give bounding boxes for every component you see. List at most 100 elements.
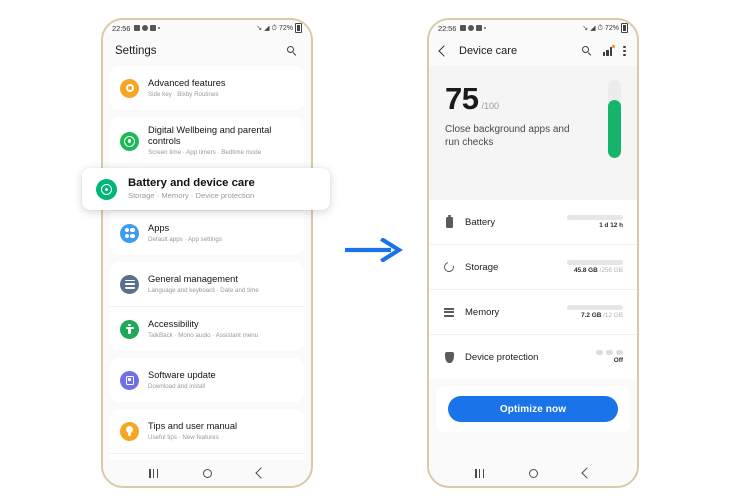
alarm-icon: ⏱ bbox=[271, 24, 277, 32]
row-title: Advanced features bbox=[148, 77, 226, 88]
memory-icon bbox=[443, 306, 455, 319]
battery-icon bbox=[295, 23, 302, 33]
device-care-list[interactable]: Battery 1 d 12 h Storage 45.8 GB /256 GB… bbox=[429, 200, 637, 379]
score-gauge bbox=[608, 80, 621, 158]
notification-badge bbox=[611, 45, 615, 49]
shield-icon bbox=[443, 351, 455, 364]
optimize-card: Optimize now bbox=[436, 386, 630, 432]
status-left-icons bbox=[134, 25, 161, 31]
wifi-icon: ◢ bbox=[590, 24, 596, 32]
battery-icon bbox=[621, 23, 628, 33]
search-icon[interactable] bbox=[285, 44, 299, 58]
home-button[interactable] bbox=[202, 468, 212, 478]
item-label: Device protection bbox=[465, 351, 539, 363]
score-denominator: /100 bbox=[481, 101, 500, 111]
list-item-storage[interactable]: Storage 45.8 GB /256 GB bbox=[429, 244, 637, 289]
row-subtitle: Useful tips · New features bbox=[148, 433, 219, 441]
nav-bar-left bbox=[103, 460, 311, 486]
sim-card-icon bbox=[134, 25, 141, 31]
screenshot-stage: 22:56 ↘ ◢ ⏱ 72% Settings Advanced featur… bbox=[0, 0, 750, 500]
protection-dots bbox=[596, 350, 623, 355]
highlight-title: Battery and device care bbox=[128, 177, 255, 189]
device-care-header: Device care bbox=[429, 36, 637, 66]
lightbulb-icon bbox=[120, 421, 139, 441]
list-item-memory[interactable]: Memory 7.2 GB /12 GB bbox=[429, 289, 637, 334]
dot-icon bbox=[484, 27, 487, 29]
globe-icon bbox=[142, 25, 149, 31]
bar-chart-icon[interactable] bbox=[603, 45, 615, 56]
software-update-icon bbox=[120, 370, 139, 390]
search-icon[interactable] bbox=[580, 44, 594, 58]
status-right-icons: ↘ ◢ ⏱ 72% bbox=[256, 23, 302, 33]
sidebar-item-software-update[interactable]: Software update Download and install bbox=[110, 358, 304, 402]
app-icon bbox=[476, 25, 483, 31]
score-value: 75 bbox=[445, 81, 479, 116]
highlighted-battery-device-care-card[interactable]: Battery and device care Storage · Memory… bbox=[82, 168, 330, 210]
item-label: Memory bbox=[465, 306, 500, 318]
device-score-card: 75 /100 Close background apps and run ch… bbox=[429, 66, 637, 200]
status-right-icons: ↘ ◢ ⏱ 72% bbox=[582, 23, 628, 33]
memory-meter bbox=[567, 305, 623, 310]
wellbeing-icon bbox=[120, 131, 139, 151]
sidebar-item-digital-wellbeing[interactable]: Digital Wellbeing and parental controls … bbox=[110, 117, 304, 165]
home-button[interactable] bbox=[528, 468, 538, 478]
row-title: Accessibility bbox=[148, 318, 199, 329]
status-left-icons bbox=[460, 25, 487, 31]
mute-icon: ↘ bbox=[582, 24, 589, 32]
back-chevron-icon[interactable] bbox=[438, 45, 450, 57]
accessibility-icon bbox=[120, 319, 139, 339]
battery-meter bbox=[567, 215, 623, 220]
settings-group: Software update Download and install bbox=[110, 358, 304, 402]
row-subtitle: Screen time · App timers · Bedtime mode bbox=[148, 149, 262, 156]
apps-grid-icon bbox=[120, 223, 139, 243]
settings-group: General management Language and keyboard… bbox=[110, 262, 304, 351]
sliders-icon bbox=[120, 274, 139, 294]
page-title: Device care bbox=[459, 45, 518, 57]
row-subtitle: Side key · Bixby Routines bbox=[148, 90, 219, 98]
sim-card-icon bbox=[460, 25, 467, 31]
mute-icon: ↘ bbox=[256, 24, 263, 32]
sidebar-item-advanced-features[interactable]: Advanced features Side key · Bixby Routi… bbox=[110, 66, 304, 110]
app-icon bbox=[150, 25, 157, 31]
sidebar-item-tips[interactable]: Tips and user manual Useful tips · New f… bbox=[110, 409, 304, 453]
phone-right-device-care: 22:56 ↘ ◢ ⏱ 72% Device care 75 /100 Clos… bbox=[427, 18, 639, 488]
row-title: Software update bbox=[148, 369, 216, 380]
sidebar-item-apps[interactable]: Apps Default apps · App settings bbox=[110, 210, 304, 255]
item-value: 7.2 GB /12 GB bbox=[581, 312, 623, 319]
device-care-icon bbox=[96, 178, 117, 200]
score-description: Close background apps and run checks bbox=[445, 124, 570, 148]
row-subtitle: Default apps · App settings bbox=[148, 235, 222, 243]
globe-icon bbox=[468, 25, 475, 31]
sidebar-item-accessibility[interactable]: Accessibility TalkBack · Mono audio · As… bbox=[110, 306, 304, 351]
gear-icon bbox=[120, 78, 139, 98]
settings-header: Settings bbox=[103, 36, 311, 66]
settings-group: Advanced features Side key · Bixby Routi… bbox=[110, 66, 304, 110]
phone-left-screen: 22:56 ↘ ◢ ⏱ 72% Settings Advanced featur… bbox=[103, 20, 311, 486]
status-time: 22:56 bbox=[112, 23, 131, 33]
overflow-menu-icon[interactable] bbox=[623, 45, 626, 57]
item-label: Battery bbox=[465, 216, 496, 228]
alarm-icon: ⏱ bbox=[597, 24, 603, 32]
phone-left-settings: 22:56 ↘ ◢ ⏱ 72% Settings Advanced featur… bbox=[101, 18, 313, 488]
list-item-battery[interactable]: Battery 1 d 12 h bbox=[429, 200, 637, 244]
wifi-icon: ◢ bbox=[264, 24, 270, 32]
back-button[interactable] bbox=[580, 467, 593, 479]
dot-icon bbox=[158, 27, 161, 29]
item-label: Storage bbox=[465, 261, 499, 273]
list-item-device-protection[interactable]: Device protection Off bbox=[429, 334, 637, 379]
sidebar-item-general-management[interactable]: General management Language and keyboard… bbox=[110, 262, 304, 306]
settings-list[interactable]: Advanced features Side key · Bixby Routi… bbox=[103, 66, 311, 486]
score-gauge-fill bbox=[608, 99, 621, 158]
back-button[interactable] bbox=[254, 467, 267, 479]
storage-icon bbox=[442, 260, 456, 274]
status-time: 22:56 bbox=[438, 23, 457, 33]
phone-right-screen: 22:56 ↘ ◢ ⏱ 72% Device care 75 /100 Clos… bbox=[429, 20, 637, 486]
status-bar-left: 22:56 ↘ ◢ ⏱ 72% bbox=[103, 20, 311, 36]
row-title: Digital Wellbeing and parental controls bbox=[148, 125, 272, 146]
recent-apps-button[interactable] bbox=[475, 468, 485, 478]
row-title: General management bbox=[148, 273, 238, 284]
optimize-now-button[interactable]: Optimize now bbox=[448, 396, 618, 422]
nav-bar-right bbox=[429, 460, 637, 486]
row-subtitle: Download and install bbox=[148, 382, 206, 390]
recent-apps-button[interactable] bbox=[149, 468, 159, 478]
